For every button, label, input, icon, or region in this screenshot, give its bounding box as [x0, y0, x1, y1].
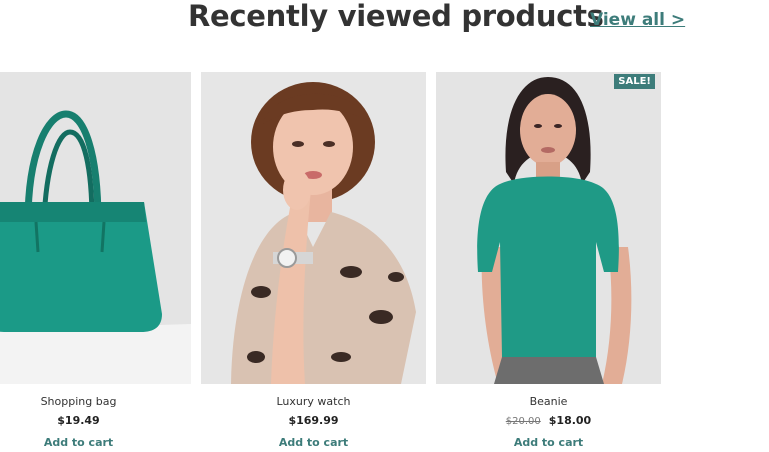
product-price: $169.99: [201, 414, 426, 427]
product-price: $20.00 $18.00: [436, 414, 661, 427]
product-image-shopping-bag[interactable]: [0, 72, 191, 384]
section-title: Recently viewed products: [188, 0, 604, 33]
product-image-luxury-watch[interactable]: [201, 72, 426, 384]
add-to-cart-button[interactable]: Add to cart: [0, 436, 191, 449]
view-all-link[interactable]: View all >: [590, 10, 685, 30]
add-to-cart-button[interactable]: Add to cart: [436, 436, 661, 449]
add-to-cart-button[interactable]: Add to cart: [201, 436, 426, 449]
price-current: $18.00: [548, 414, 592, 427]
product-price: $19.49: [0, 414, 191, 427]
price-original: $20.00: [505, 416, 541, 427]
price-current: $19.49: [57, 414, 100, 427]
product-name[interactable]: Shopping bag: [0, 395, 191, 408]
sale-badge: SALE!: [614, 74, 655, 89]
price-current: $169.99: [288, 414, 339, 427]
product-name[interactable]: Beanie: [436, 395, 661, 408]
product-image-beanie[interactable]: SALE!: [436, 72, 661, 384]
product-name[interactable]: Luxury watch: [201, 395, 426, 408]
section-header: Recently viewed products View all >: [0, 0, 769, 40]
